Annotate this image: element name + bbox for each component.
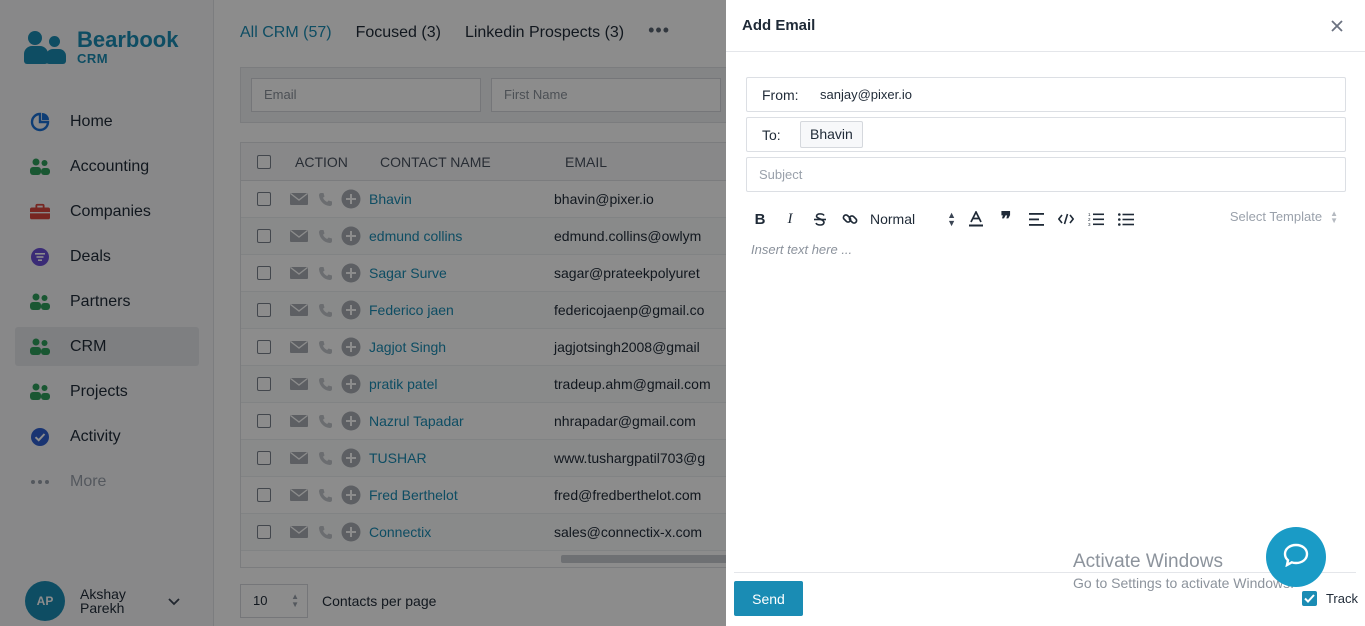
link-icon[interactable] [840, 209, 860, 229]
close-icon[interactable] [1331, 16, 1343, 37]
blockquote-icon[interactable]: ❞ [996, 209, 1016, 231]
strikethrough-icon[interactable] [810, 209, 830, 229]
watermark-title: Activate Windows [1073, 551, 1223, 572]
ordered-list-icon[interactable]: 123 [1086, 209, 1106, 229]
send-button[interactable]: Send [734, 581, 803, 616]
from-field[interactable]: From: sanjay@pixer.io [746, 77, 1346, 112]
from-value: sanjay@pixer.io [820, 87, 912, 102]
text-color-icon[interactable] [966, 209, 986, 229]
editor-body[interactable]: Insert text here ... [751, 242, 852, 257]
app-root: Bearbook CRM Home Accounting Companies D… [0, 0, 1365, 626]
text-format-select[interactable]: Normal ▲ ▼ [870, 210, 956, 228]
code-icon[interactable] [1056, 209, 1076, 229]
template-select[interactable]: Select Template ▲ ▼ [1230, 209, 1338, 224]
track-label: Track [1325, 591, 1358, 606]
chat-launcher-button[interactable] [1266, 527, 1326, 587]
bullet-list-icon[interactable] [1116, 209, 1136, 229]
track-toggle[interactable]: Track [1301, 591, 1358, 606]
panel-title: Add Email [742, 17, 816, 34]
align-left-icon[interactable] [1026, 209, 1046, 229]
italic-icon[interactable]: I [780, 209, 800, 229]
chat-bubble-icon [1283, 543, 1309, 572]
add-email-panel: Add Email From: sanjay@pixer.io To: Bhav… [726, 0, 1365, 626]
activation-watermark: Activate Windows Go to Settings to activ… [1073, 551, 1294, 593]
svg-text:3: 3 [1088, 222, 1091, 226]
from-label: From: [762, 86, 799, 103]
text-format-value: Normal [870, 211, 916, 227]
recipient-chip[interactable]: Bhavin [800, 121, 863, 148]
subject-placeholder: Subject [759, 167, 803, 182]
select-arrows-icon: ▲ ▼ [1330, 208, 1338, 225]
subject-field[interactable]: Subject [746, 157, 1346, 192]
select-arrows-icon: ▲ ▼ [947, 210, 956, 228]
modal-backdrop[interactable] [0, 0, 726, 626]
watermark-subtitle: Go to Settings to activate Windows. [1073, 575, 1294, 591]
track-checkbox[interactable] [1301, 591, 1317, 606]
template-placeholder: Select Template [1229, 209, 1323, 224]
to-field[interactable]: To: Bhavin [746, 117, 1346, 152]
bold-icon[interactable]: B [750, 209, 770, 229]
panel-header: Add Email [726, 0, 1365, 52]
editor-toolbar: B I Normal ▲ ▼ ❞ 123 Select Template ▲ ▼ [750, 206, 1346, 232]
